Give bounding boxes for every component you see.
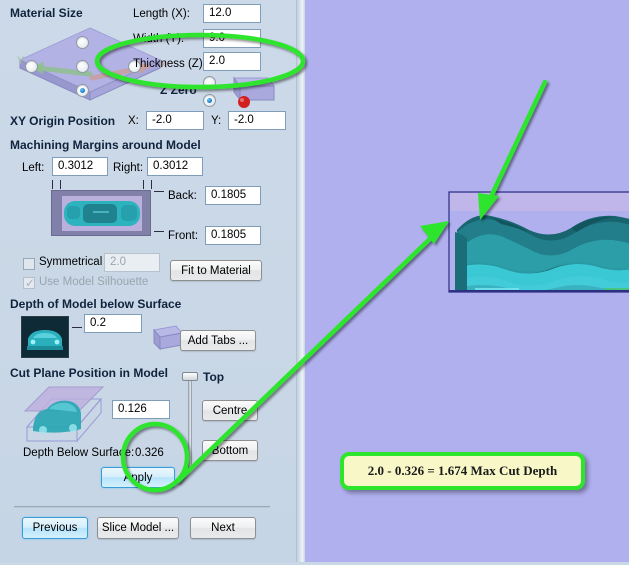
margin-right-input[interactable]: 0.3012 bbox=[147, 157, 203, 176]
margin-tick-inner-right bbox=[143, 180, 144, 189]
depth-below-surface-label: Depth Below Surface: bbox=[23, 447, 135, 459]
origin-x-input[interactable]: -2.0 bbox=[146, 111, 204, 130]
margin-back-label: Back: bbox=[168, 190, 197, 202]
slider-top-label: Top bbox=[203, 370, 225, 384]
margin-tick-front bbox=[154, 231, 164, 232]
add-tabs-button[interactable]: Add Tabs ... bbox=[180, 330, 256, 351]
cutplane-heading: Cut Plane Position in Model bbox=[10, 366, 169, 380]
length-x-input[interactable]: 12.0 bbox=[203, 4, 261, 23]
cutplane-preview bbox=[21, 385, 105, 447]
depth-tick bbox=[72, 327, 82, 328]
depth-input[interactable]: 0.2 bbox=[84, 314, 142, 333]
fit-to-material-button[interactable]: Fit to Material bbox=[170, 260, 262, 281]
previous-button[interactable]: Previous bbox=[22, 517, 88, 539]
footer-separator bbox=[14, 506, 270, 508]
margin-preview bbox=[51, 190, 151, 236]
symmetrical-label: Symmetrical bbox=[39, 256, 103, 268]
origin-y-label: Y: bbox=[211, 115, 222, 127]
z-zero-block-icon bbox=[233, 76, 275, 108]
z-zero-label: Z Zero bbox=[160, 83, 197, 97]
margin-tick-outer-right bbox=[151, 180, 152, 189]
car-top-view-icon bbox=[64, 201, 140, 226]
margin-tick-back bbox=[154, 191, 164, 192]
bottom-button[interactable]: Bottom bbox=[202, 440, 258, 461]
centre-button[interactable]: Centre bbox=[202, 400, 258, 421]
symmetrical-input[interactable]: 2.0 bbox=[104, 253, 160, 272]
margin-tick-inner-left bbox=[60, 180, 61, 189]
depth-below-surface-value: 0.326 bbox=[135, 447, 164, 459]
slice-model-button[interactable]: Slice Model ... bbox=[97, 517, 179, 539]
margin-right-label: Right: bbox=[113, 162, 144, 174]
margin-back-input[interactable]: 0.1805 bbox=[205, 186, 261, 205]
margin-left-label: Left: bbox=[22, 162, 45, 174]
cutplane-slider-track[interactable] bbox=[188, 372, 192, 470]
margin-left-input[interactable]: 0.3012 bbox=[52, 157, 108, 176]
origin-x-label: X: bbox=[128, 115, 139, 127]
margins-heading: Machining Margins around Model bbox=[10, 138, 201, 152]
length-x-label: Length (X): bbox=[133, 8, 190, 20]
material-size-heading: Material Size bbox=[10, 6, 83, 20]
application-window: Material Size Y X Length (X): 12.0 Width… bbox=[0, 0, 629, 562]
symmetrical-checkbox[interactable] bbox=[23, 258, 35, 270]
car-cut-plane-3d-icon bbox=[23, 386, 105, 443]
xy-origin-heading: XY Origin Position bbox=[10, 114, 116, 128]
next-button[interactable]: Next bbox=[190, 517, 256, 539]
z-zero-radio-top[interactable] bbox=[203, 76, 216, 89]
origin-y-input[interactable]: -2.0 bbox=[228, 111, 286, 130]
apply-button[interactable]: Apply bbox=[101, 467, 175, 488]
margin-tick-outer-left bbox=[52, 180, 53, 189]
margin-front-input[interactable]: 0.1805 bbox=[205, 226, 261, 245]
depth-preview bbox=[21, 316, 69, 358]
use-silhouette-checkbox[interactable]: ✓ bbox=[23, 276, 36, 290]
check-icon: ✓ bbox=[25, 276, 36, 290]
origin-radio-back-center[interactable] bbox=[76, 36, 89, 49]
width-y-label: Width (Y): bbox=[133, 33, 185, 45]
use-silhouette-label: Use Model Silhouette bbox=[39, 276, 149, 288]
svg-text:Y: Y bbox=[17, 55, 25, 67]
tabs-block-icon bbox=[153, 325, 183, 351]
z-zero-radio-bottom[interactable] bbox=[203, 94, 216, 107]
settings-panel: Material Size Y X Length (X): 12.0 Width… bbox=[0, 0, 296, 562]
origin-radio-front-center[interactable] bbox=[76, 84, 89, 97]
depth-heading: Depth of Model below Surface bbox=[10, 297, 182, 311]
origin-radio-left-center[interactable] bbox=[25, 60, 38, 73]
margin-front-label: Front: bbox=[168, 230, 199, 242]
width-y-input[interactable]: 9.0 bbox=[203, 29, 261, 48]
thickness-z-label: Thickness (Z): bbox=[133, 58, 206, 70]
thickness-z-input[interactable]: 2.0 bbox=[203, 52, 261, 71]
origin-radio-center[interactable] bbox=[76, 60, 89, 73]
cutplane-input[interactable]: 0.126 bbox=[112, 400, 170, 419]
sliced-model-3d-render bbox=[448, 191, 629, 293]
car-front-view-icon bbox=[22, 317, 68, 357]
cutplane-slider-thumb[interactable] bbox=[182, 372, 198, 381]
model-viewport[interactable] bbox=[305, 0, 629, 562]
